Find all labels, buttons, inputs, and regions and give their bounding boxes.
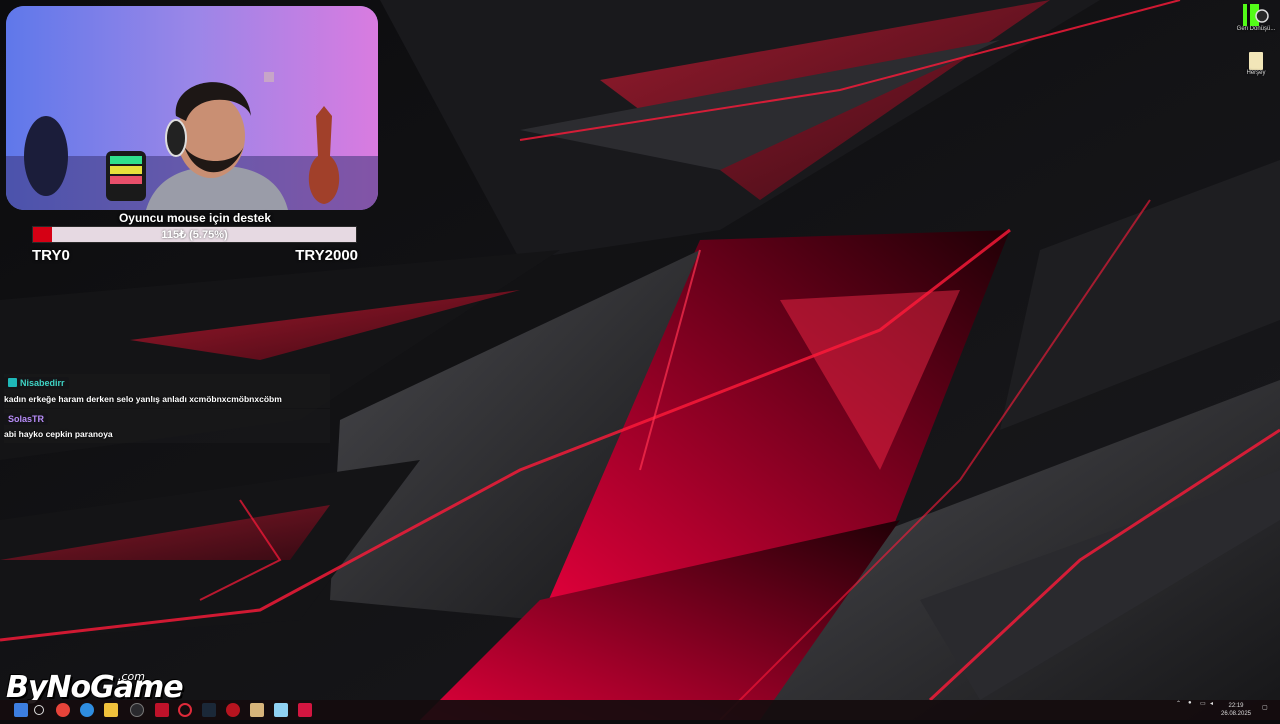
chat-message: Nisabedirr kadın erkeğe haram derken sel… [4,374,330,408]
start-icon[interactable] [14,703,28,717]
desktop-icon-recycle[interactable]: Geri Dönüşü... [1234,4,1278,32]
microphone-icon[interactable]: ● [1188,700,1192,720]
desktop-icon-label: Herşey [1246,70,1266,76]
edge-icon[interactable] [80,703,94,717]
app-red-icon[interactable] [155,703,169,717]
tray-chevron-icon[interactable]: ⌃ [1176,700,1181,720]
network-icon[interactable]: ▭ [1200,700,1206,720]
search-icon[interactable] [34,705,44,715]
goal-title: Oyuncu mouse için destek [118,211,272,225]
chat-username: SolasTR [8,414,45,424]
chrome-icon[interactable] [56,703,70,717]
badge-icon [8,378,17,387]
chat-username-tag: SolasTR [4,413,49,425]
goal-progress-bar: 115₺ (5.75%) [32,226,357,243]
clock-date: 26.08.2025 [1220,711,1252,717]
goal-progress-text: 115₺ (5.75%) [161,229,228,241]
opera-icon[interactable] [178,703,192,717]
volume-icon[interactable]: ◂ [1210,700,1213,720]
app-icon[interactable] [274,703,288,717]
clock-time: 22:19 [1228,703,1244,709]
chat-text: abi hayko cepkin paranoya [4,429,113,439]
desktop-icon-file[interactable]: Herşey [1234,52,1278,76]
chat-username: Nisabedirr [20,377,65,388]
webcam-feed [6,6,378,210]
steam-icon[interactable] [202,703,216,717]
app-icon[interactable] [226,703,240,717]
webcam-overlay [6,6,378,210]
desktop-icon-label: Geri Dönüşü... [1236,26,1276,32]
notification-icon[interactable]: ▢ [1262,704,1268,724]
goal-max-label: TRY2000 [295,247,358,264]
file-icon [1249,52,1263,70]
app-icon[interactable] [130,703,144,717]
chat-text: kadın erkeğe haram derken selo yanlış an… [4,394,282,404]
watermark-suffix: .com [118,670,145,683]
goal-min-label: TRY0 [32,247,70,264]
taskbar: ⌃ ● ▭ ◂ 22:19 26.08.2025 ▢ [0,700,1280,720]
kick-icon [1243,4,1269,26]
chat-username-tag: Nisabedirr [4,376,69,389]
taskbar-clock[interactable]: 22:19 26.08.2025 [1218,702,1254,718]
app-icon[interactable] [250,703,264,717]
explorer-icon[interactable] [104,703,118,717]
app-icon[interactable] [298,703,312,717]
chat-message: SolasTR abi hayko cepkin paranoya [4,409,330,443]
